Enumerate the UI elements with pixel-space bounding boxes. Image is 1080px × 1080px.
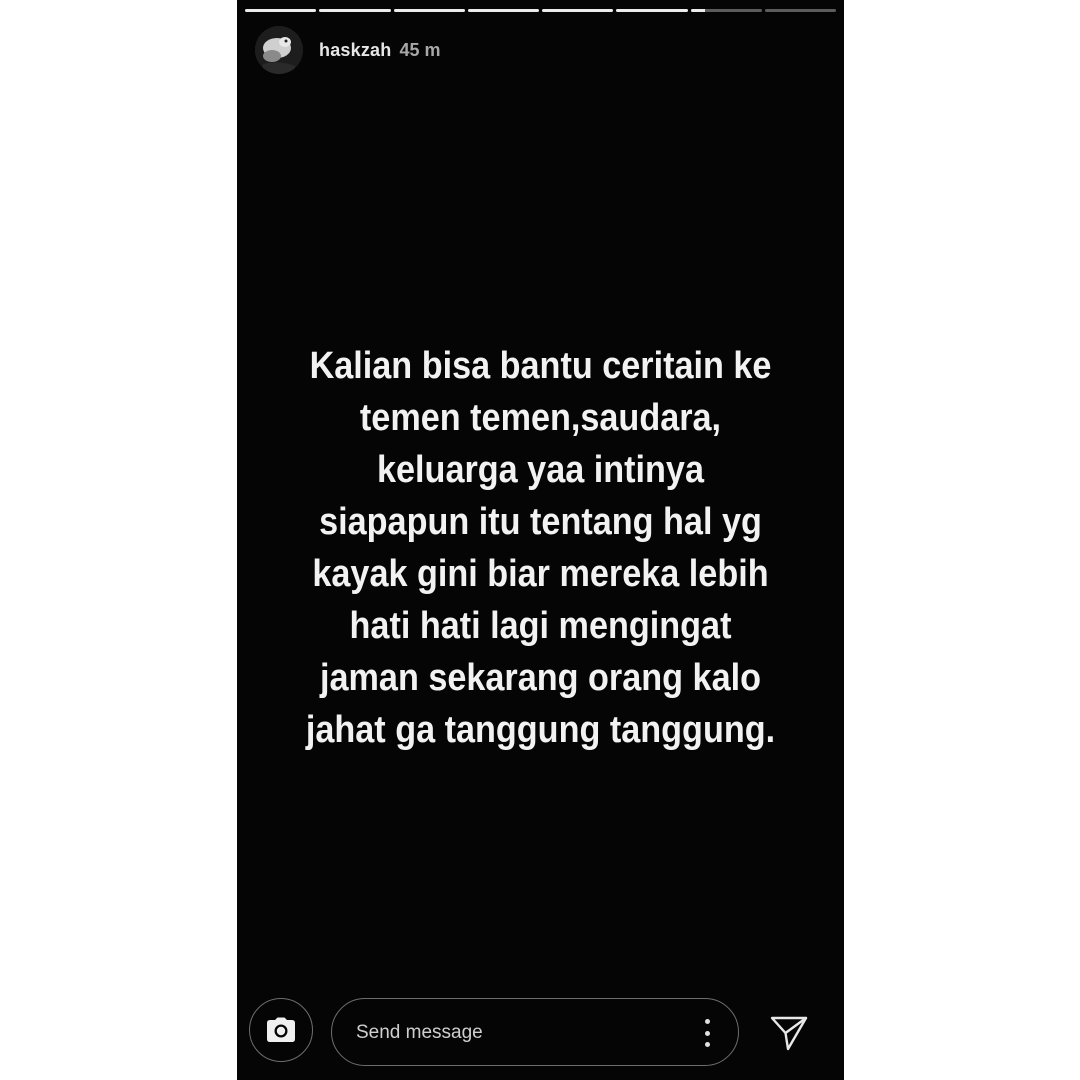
- dot: [704, 1042, 710, 1047]
- story-caption: Kalian bisa bantu ceritain ke temen teme…: [285, 340, 795, 756]
- dot: [704, 1030, 710, 1036]
- progress-segment: [690, 9, 762, 12]
- post-time: 45 m: [399, 39, 441, 60]
- caption-line: jahat ga tanggung tanggung.: [305, 709, 776, 751]
- progress-segment: [245, 9, 317, 12]
- progress-segment: [393, 9, 465, 12]
- story-footer: Send message: [237, 997, 844, 1067]
- caption-line: hati hati lagi mengingat: [349, 605, 732, 647]
- caption-line: Kalian bisa bantu ceritain ke: [309, 345, 772, 387]
- story-progress-bar: [245, 9, 836, 12]
- caption-line: keluarga yaa intinya: [377, 449, 704, 491]
- camera-icon: [267, 1017, 295, 1042]
- story-header: haskzah 45 m: [255, 26, 440, 74]
- progress-fill: [245, 9, 317, 12]
- caption-line: kayak gini biar mereka lebih: [312, 553, 769, 595]
- dot: [704, 1019, 710, 1024]
- progress-fill: [616, 9, 688, 12]
- progress-segment: [542, 9, 614, 12]
- send-message-placeholder: Send message: [356, 1022, 483, 1043]
- progress-segment: [467, 9, 539, 12]
- username[interactable]: haskzah: [319, 40, 391, 61]
- avatar-image: [255, 26, 303, 74]
- share-button[interactable]: [769, 1013, 809, 1053]
- progress-fill: [393, 9, 465, 12]
- progress-fill: [542, 9, 614, 12]
- send-message-input[interactable]: Send message: [331, 998, 739, 1066]
- paper-plane-icon: [770, 1016, 808, 1051]
- caption-line: temen temen,saudara,: [359, 397, 722, 439]
- progress-segment: [616, 9, 688, 12]
- progress-segment: [764, 9, 836, 12]
- progress-fill: [467, 9, 539, 12]
- more-vertical-icon[interactable]: [704, 1019, 710, 1047]
- camera-button[interactable]: [249, 998, 313, 1062]
- caption-line: siapapun itu tentang hal yg: [319, 501, 762, 543]
- progress-segment: [319, 9, 391, 12]
- story-viewer[interactable]: haskzah 45 m Kalian bisa bantu ceritain …: [237, 0, 844, 1080]
- avatar[interactable]: [255, 26, 303, 74]
- progress-fill: [690, 9, 705, 12]
- progress-fill: [319, 9, 391, 12]
- caption-line: jaman sekarang orang kalo: [320, 657, 761, 699]
